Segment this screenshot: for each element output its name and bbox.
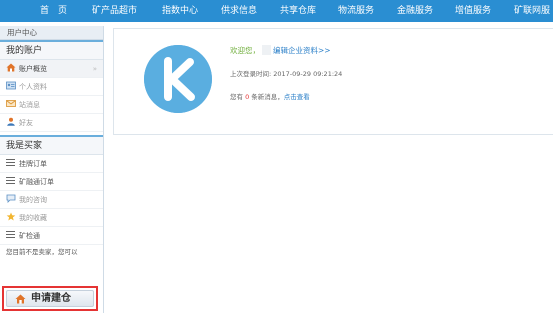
nav-item-shared-warehouse[interactable]: 共享仓库 xyxy=(280,0,316,22)
nav-item-logistics[interactable]: 物流服务 xyxy=(338,0,374,22)
sidebar-item-messages[interactable]: 站消息 xyxy=(0,96,103,114)
envelope-icon xyxy=(6,100,16,107)
edit-company-link[interactable]: 编辑企业资料>> xyxy=(273,46,331,55)
sidebar-item-friends[interactable]: 好友 xyxy=(0,114,103,132)
home-icon xyxy=(15,294,26,304)
view-messages-link[interactable]: 点击查看 xyxy=(284,93,310,101)
list-icon xyxy=(6,231,15,239)
sidebar-item-label: 站消息 xyxy=(19,101,40,109)
sidebar-item-account-overview[interactable]: 账户概览 » xyxy=(0,60,103,78)
sidebar-item-label: 个人资料 xyxy=(19,83,47,91)
welcome-text: 欢迎您， xyxy=(230,46,260,55)
nav-item-supply-demand[interactable]: 供求信息 xyxy=(221,0,257,22)
sidebar-title: 用户中心 xyxy=(0,26,103,40)
sidebar-item-my-inquiries[interactable]: 我的咨询 xyxy=(0,191,103,209)
nav-item-index-center[interactable]: 指数中心 xyxy=(162,0,198,22)
section-title-buyer: 我是买家 xyxy=(0,135,103,155)
message-prefix: 您有 xyxy=(230,93,243,101)
list-icon xyxy=(6,159,15,167)
sidebar-item-label: 挂牌订单 xyxy=(19,160,47,168)
list-icon xyxy=(6,177,15,185)
last-login-text: 上次登录时间: 2017-09-29 09:21:24 xyxy=(230,70,343,78)
nav-item-mineral-market[interactable]: 矿产品超市 xyxy=(92,0,137,22)
top-nav: 首 页 矿产品超市 指数中心 供求信息 共享仓库 物流服务 金融服务 增值服务 … xyxy=(0,0,553,22)
user-icon xyxy=(7,117,15,126)
sidebar-item-label: 我的咨询 xyxy=(19,196,47,204)
apply-highlight-box: 申请建仓 xyxy=(2,286,98,311)
home-icon xyxy=(6,63,16,72)
account-overview-panel: 欢迎您， 编辑企业资料>> 上次登录时间: 2017-09-29 09:21:24… xyxy=(113,28,553,135)
seller-note: 您目前不是卖家，您可以 xyxy=(6,248,78,256)
nav-item-value-added[interactable]: 增值服务 xyxy=(455,0,491,22)
apply-warehouse-button[interactable]: 申请建仓 xyxy=(6,290,94,307)
sidebar-item-listed-orders[interactable]: 挂牌订单 xyxy=(0,155,103,173)
chat-icon xyxy=(6,194,16,203)
sidebar-item-financing-orders[interactable]: 矿融通订单 xyxy=(0,173,103,191)
sidebar-item-label: 好友 xyxy=(19,119,33,127)
id-card-icon xyxy=(6,81,16,90)
message-line: 您有 0 条新消息，点击查看 xyxy=(230,91,310,101)
welcome-line: 欢迎您， 编辑企业资料>> xyxy=(230,45,331,56)
nav-item-network-service[interactable]: 矿联网服 xyxy=(514,0,550,22)
sidebar-item-label: 矿检通 xyxy=(19,232,40,240)
sidebar-item-label: 账户概览 xyxy=(19,65,47,73)
chevron-right-icon: » xyxy=(92,65,97,73)
message-middle: 条新消息， xyxy=(251,93,284,101)
sidebar: 用户中心 我的账户 账户概览 » 个人资料 站消息 好友 我是买家 挂牌订单 矿… xyxy=(0,26,104,313)
k-logo-icon xyxy=(144,45,212,113)
sidebar-item-my-favorites[interactable]: 我的收藏 xyxy=(0,209,103,227)
star-icon xyxy=(6,212,16,221)
sidebar-item-inspection[interactable]: 矿检通 xyxy=(0,227,103,245)
avatar xyxy=(144,45,212,113)
sidebar-item-profile[interactable]: 个人资料 xyxy=(0,78,103,96)
sidebar-item-label: 我的收藏 xyxy=(19,214,47,222)
sidebar-item-label: 矿融通订单 xyxy=(19,178,54,186)
nav-item-finance[interactable]: 金融服务 xyxy=(397,0,433,22)
username-placeholder xyxy=(262,45,271,55)
nav-item-home[interactable]: 首 页 xyxy=(40,0,67,22)
section-title-account: 我的账户 xyxy=(0,40,103,60)
apply-warehouse-label: 申请建仓 xyxy=(31,293,71,304)
message-count: 0 xyxy=(245,93,250,101)
